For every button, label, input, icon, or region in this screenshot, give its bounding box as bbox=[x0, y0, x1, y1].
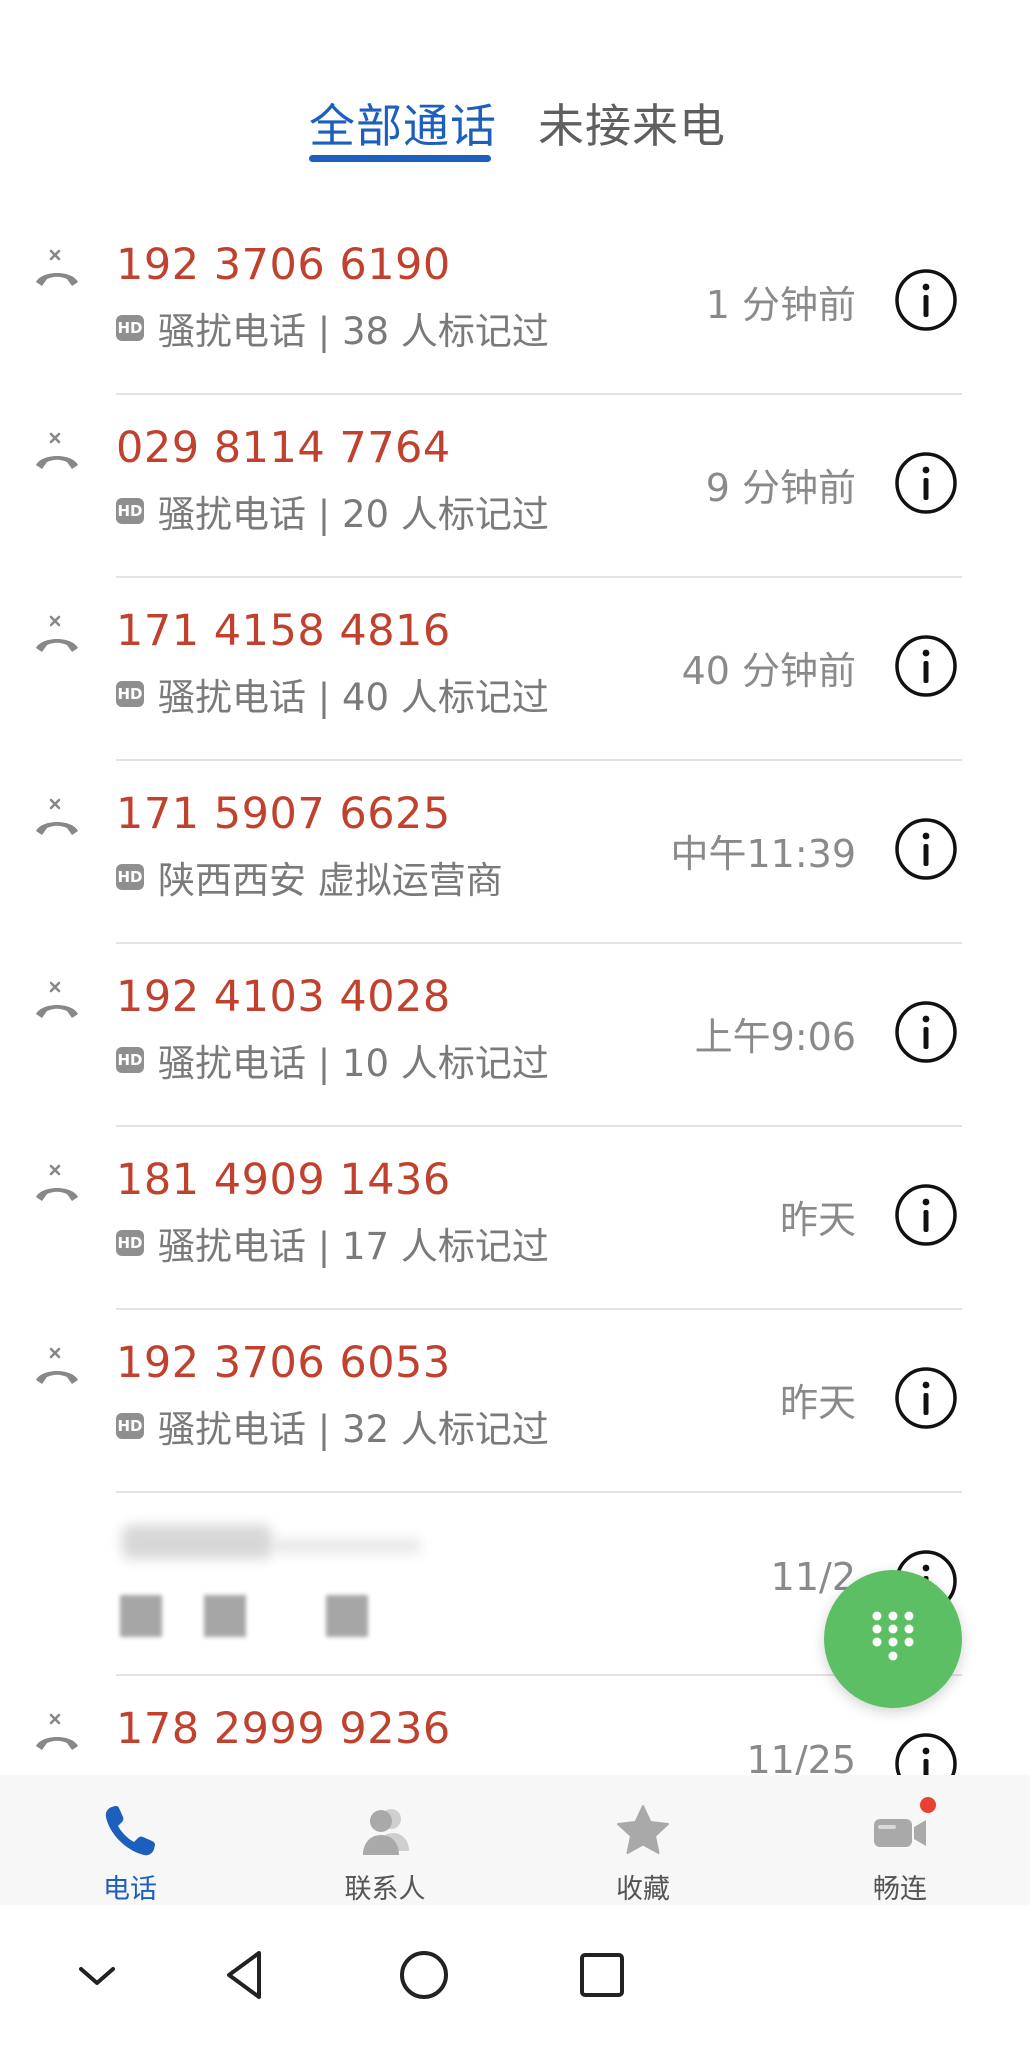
caller-number: 192 4103 4028 bbox=[116, 972, 451, 1022]
hd-icon: HD bbox=[116, 1230, 144, 1256]
caller-tag: 骚扰电话 | 20 人标记过 bbox=[158, 493, 549, 536]
nav-contacts[interactable]: 联系人 bbox=[305, 1775, 465, 1905]
missed-call-icon bbox=[32, 1163, 82, 1207]
row-divider bbox=[116, 759, 962, 761]
nav-phone[interactable]: 电话 bbox=[50, 1775, 210, 1905]
call-row[interactable]: 181 4909 1436 HD 骚扰电话 | 17 人标记过 昨天 bbox=[0, 1133, 1030, 1316]
missed-call-icon bbox=[32, 1346, 82, 1390]
missed-call-icon bbox=[32, 1712, 82, 1756]
row-divider bbox=[116, 1125, 962, 1127]
nav-phone-label: 电话 bbox=[103, 1874, 157, 1905]
obscured-number-tail bbox=[272, 1539, 422, 1553]
nav-meetime[interactable]: 畅连 bbox=[820, 1775, 980, 1905]
hd-icon: HD bbox=[116, 498, 144, 524]
missed-call-icon bbox=[32, 431, 82, 475]
nav-favorites-label: 收藏 bbox=[616, 1874, 670, 1905]
call-row[interactable]: 192 4103 4028 HD 骚扰电话 | 10 人标记过 上午9:06 bbox=[0, 950, 1030, 1133]
obscured-number bbox=[122, 1525, 272, 1559]
call-info-icon[interactable] bbox=[894, 1366, 958, 1430]
missed-call-icon bbox=[32, 797, 82, 841]
call-log-tabs: 全部通话 未接来电 bbox=[0, 80, 1030, 170]
collapse-chevron-icon[interactable] bbox=[57, 1935, 137, 2015]
row-divider bbox=[116, 576, 962, 578]
row-divider bbox=[116, 1491, 962, 1493]
dialpad-button[interactable] bbox=[824, 1570, 962, 1708]
call-row[interactable]: 171 5907 6625 HD 陕西西安 虚拟运营商 中午11:39 bbox=[0, 767, 1030, 950]
caller-number: 029 8114 7764 bbox=[116, 423, 451, 473]
caller-info: HD 骚扰电话 | 20 人标记过 bbox=[116, 489, 549, 536]
phone-icon bbox=[100, 1801, 160, 1861]
caller-info: HD 骚扰电话 | 17 人标记过 bbox=[116, 1221, 549, 1268]
recents-icon[interactable] bbox=[562, 1935, 642, 2015]
hd-icon: HD bbox=[116, 1413, 144, 1439]
call-row[interactable]: 192 3706 6053 HD 骚扰电话 | 32 人标记过 昨天 bbox=[0, 1316, 1030, 1499]
hd-icon: HD bbox=[116, 864, 144, 890]
caller-tag: 骚扰电话 | 10 人标记过 bbox=[158, 1042, 549, 1085]
caller-number: 192 3706 6053 bbox=[116, 1338, 451, 1388]
back-icon[interactable] bbox=[205, 1935, 285, 2015]
notification-badge bbox=[920, 1797, 936, 1813]
hd-icon: HD bbox=[116, 1047, 144, 1073]
caller-number: 192 3706 6190 bbox=[116, 240, 451, 290]
caller-tag: 骚扰电话 | 38 人标记过 bbox=[158, 310, 549, 353]
caller-location: 陕西西安 虚拟运营商 bbox=[158, 859, 503, 902]
home-icon[interactable] bbox=[384, 1935, 464, 2015]
nav-contacts-label: 联系人 bbox=[344, 1874, 426, 1905]
caller-tag: 骚扰电话 | 17 人标记过 bbox=[158, 1225, 549, 1268]
call-info-icon[interactable] bbox=[894, 268, 958, 332]
caller-tag: 骚扰电话 | 32 人标记过 bbox=[158, 1408, 549, 1451]
call-row[interactable]: 192 3706 6190 HD 骚扰电话 | 38 人标记过 1 分钟前 bbox=[0, 218, 1030, 401]
hd-icon: HD bbox=[116, 681, 144, 707]
caller-number: 171 5907 6625 bbox=[116, 789, 451, 839]
missed-call-icon bbox=[32, 248, 82, 292]
bottom-navigation: 电话 联系人 收藏 畅连 bbox=[0, 1775, 1030, 1905]
call-time: 昨天 bbox=[779, 1381, 856, 1425]
caller-info: HD 陕西西安 虚拟运营商 bbox=[116, 855, 503, 902]
caller-info: HD 骚扰电话 | 32 人标记过 bbox=[116, 1404, 549, 1451]
caller-number: 171 4158 4816 bbox=[116, 606, 451, 656]
tab-all-calls[interactable]: 全部通话 bbox=[309, 90, 497, 156]
call-row[interactable]: 171 4158 4816 HD 骚扰电话 | 40 人标记过 40 分钟前 bbox=[0, 584, 1030, 767]
caller-info: HD 骚扰电话 | 10 人标记过 bbox=[116, 1038, 549, 1085]
obscured-info-block bbox=[326, 1595, 368, 1637]
call-time: 昨天 bbox=[779, 1198, 856, 1242]
system-navigation-bar bbox=[0, 1905, 1030, 2048]
call-info-icon[interactable] bbox=[894, 451, 958, 515]
hd-icon: HD bbox=[116, 315, 144, 341]
call-time: 9 分钟前 bbox=[705, 466, 856, 510]
tab-missed-calls[interactable]: 未接来电 bbox=[538, 90, 726, 156]
nav-meetime-label: 畅连 bbox=[873, 1874, 927, 1905]
call-time: 中午11:39 bbox=[670, 832, 856, 876]
missed-call-icon bbox=[32, 980, 82, 1024]
row-divider bbox=[116, 942, 962, 944]
caller-info: HD 骚扰电话 | 40 人标记过 bbox=[116, 672, 549, 719]
obscured-info-block bbox=[120, 1595, 162, 1637]
call-info-icon[interactable] bbox=[894, 1000, 958, 1064]
dialpad-icon bbox=[872, 1611, 914, 1661]
call-info-icon[interactable] bbox=[894, 634, 958, 698]
call-time: 40 分钟前 bbox=[681, 649, 856, 693]
call-time: 上午9:06 bbox=[694, 1015, 856, 1059]
contacts-icon bbox=[355, 1801, 415, 1861]
call-time: 1 分钟前 bbox=[705, 283, 856, 327]
row-divider bbox=[116, 1308, 962, 1310]
active-tab-indicator bbox=[309, 155, 491, 162]
star-icon bbox=[613, 1801, 673, 1861]
caller-tag: 骚扰电话 | 40 人标记过 bbox=[158, 676, 549, 719]
call-info-icon[interactable] bbox=[894, 817, 958, 881]
caller-number: 181 4909 1436 bbox=[116, 1155, 451, 1205]
call-info-icon[interactable] bbox=[894, 1183, 958, 1247]
caller-number: 178 2999 9236 bbox=[116, 1704, 451, 1754]
call-row[interactable]: 029 8114 7764 HD 骚扰电话 | 20 人标记过 9 分钟前 bbox=[0, 401, 1030, 584]
obscured-info-block bbox=[204, 1595, 246, 1637]
missed-call-icon bbox=[32, 614, 82, 658]
caller-info: HD 骚扰电话 | 38 人标记过 bbox=[116, 306, 549, 353]
row-divider bbox=[116, 393, 962, 395]
nav-favorites[interactable]: 收藏 bbox=[563, 1775, 723, 1905]
